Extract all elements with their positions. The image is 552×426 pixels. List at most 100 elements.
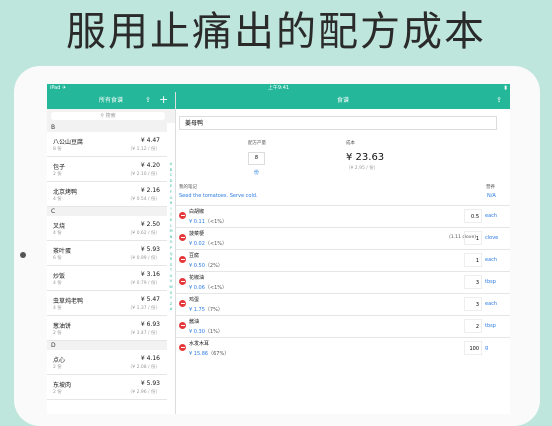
recipe-name: 叉烧 [53, 223, 66, 230]
ingredient-name: 鸡蛋 [189, 297, 200, 303]
recipe-price-per-serving: （¥ 0.99 / 份） [127, 256, 160, 261]
recipe-row[interactable]: 叉烧 4 份 ¥ 2.50 （¥ 0.62 / 份） [47, 216, 167, 241]
servings-field[interactable]: 8 [248, 152, 265, 165]
ingredient-name: 酱油 [189, 319, 200, 325]
ingredient-row: 豆腐 ¥ 0.50（2%） 1 each [176, 249, 510, 271]
cost-label: 成本 [346, 141, 355, 146]
recipe-row[interactable]: 茶叶蛋 6 份 ¥ 5.93 （¥ 0.99 / 份） [47, 241, 167, 266]
ingredient-row: 水发木耳 ¥ 15.86（67%） 100 g [176, 337, 510, 359]
recipe-name: 点心 [53, 357, 66, 364]
recipe-row[interactable]: 葱油饼 2 份 ¥ 6.93 （¥ 3.47 / 份） [47, 316, 167, 341]
unit-link[interactable]: tbsp [485, 323, 496, 329]
index-letter[interactable]: # [168, 307, 174, 313]
ingredient-cost-percent: （2%） [204, 263, 223, 269]
ingredient-cost: ¥ 1.75（7%） [189, 306, 223, 313]
search-input[interactable]: ⚲ 搜索 [51, 112, 165, 120]
nutrition-value[interactable]: N/A [487, 193, 496, 199]
recipe-name: 东坡肉 [53, 382, 72, 389]
unit-link[interactable]: each [485, 257, 497, 263]
section-header: C [47, 207, 167, 216]
recipe-row[interactable]: 东坡肉 2 份 ¥ 5.93 （¥ 2.96 / 份） [47, 375, 167, 400]
home-button [20, 252, 26, 258]
recipe-price: ¥ 6.93 [140, 321, 160, 328]
ingredient-row: 白胡椒 ¥ 0.11（<1%） 0.5 each [176, 205, 510, 227]
recipe-price-per-serving: （¥ 0.62 / 份） [127, 231, 160, 236]
ingredient-cost-percent: （7%） [204, 307, 223, 313]
ingredient-cost-value: ¥ 0.30 [189, 329, 205, 335]
recipe-servings: 4 份 [53, 281, 62, 286]
recipe-price: ¥ 4.20 [140, 162, 160, 169]
share-icon[interactable]: ⇪ [496, 96, 502, 104]
quantity-field[interactable]: 3 [464, 275, 482, 289]
recipe-servings: 4 份 [53, 231, 62, 236]
unit-link[interactable]: each [485, 301, 497, 307]
status-time: 上午9:41 [267, 85, 290, 91]
detail-nav-bar: 食谱 ⇪ [176, 92, 510, 109]
recipe-servings: 4 份 [53, 197, 62, 202]
recipe-row[interactable]: 炒饭 4 份 ¥ 3.16 （¥ 0.79 / 份） [47, 266, 167, 291]
servings-unit-link[interactable]: 份 [254, 169, 259, 176]
recipe-price: ¥ 5.93 [140, 246, 160, 253]
ingredient-row: 花椒油 ¥ 0.06（<1%） 3 tbsp [176, 271, 510, 293]
ingredient-cost-value: ¥ 1.75 [189, 307, 205, 313]
notes-text[interactable]: Seed the tomatoes. Serve cold. [179, 193, 258, 199]
quantity-field[interactable]: 2 [464, 319, 482, 333]
recipe-row[interactable]: 包子 2 份 ¥ 4.20 （¥ 2.10 / 份） [47, 157, 167, 182]
ingredient-name: 菠菜梗 [189, 231, 205, 237]
recipe-name: 炒饭 [53, 273, 66, 280]
promo-headline: 服用止痛出的配方成本 [66, 9, 486, 55]
delete-icon[interactable] [179, 278, 186, 285]
recipe-name: 包子 [53, 164, 66, 171]
ingredient-row: 菠菜梗 ¥ 0.02（<1%） (1.11 clove) 1 clove [176, 227, 510, 249]
ingredient-cost-value: ¥ 15.86 [189, 351, 209, 357]
delete-icon[interactable] [179, 344, 186, 351]
ingredient-cost-value: ¥ 0.11 [189, 219, 205, 225]
unit-link[interactable]: tbsp [485, 279, 496, 285]
unit-link[interactable]: each [485, 213, 497, 219]
list-nav-bar: 所有食谱 ⇪ + [47, 92, 175, 109]
delete-icon[interactable] [179, 300, 186, 307]
recipe-detail-pane: 食谱 ⇪ 姜母鸭 配方产量 8 份 成本 ¥ 23.63 （¥ 2.95 / 份… [176, 92, 510, 414]
ingredient-name: 白胡椒 [189, 209, 205, 215]
ingredient-cost: ¥ 0.02（<1%） [189, 240, 227, 247]
section-index[interactable]: A B C D E F G H I J K L M N O P Q R S T U V W X Y Z # [168, 162, 174, 313]
quantity-field[interactable]: 1 [464, 231, 482, 245]
recipe-servings: 2 份 [53, 390, 62, 395]
recipe-price: ¥ 5.47 [140, 296, 160, 303]
recipe-name: 北京烤鸭 [53, 189, 78, 196]
ingredient-name: 花椒油 [189, 275, 205, 281]
quantity-field[interactable]: 1 [464, 253, 482, 267]
share-icon[interactable]: ⇪ [145, 96, 152, 104]
recipe-servings: 2 份 [53, 172, 62, 177]
unit-link[interactable]: g [485, 345, 488, 351]
recipe-price: ¥ 5.93 [140, 380, 160, 387]
nutrition-label: 营养 [486, 185, 495, 190]
ingredient-cost-percent: （1%） [204, 329, 223, 335]
add-recipe-button[interactable]: + [159, 93, 168, 107]
section-header: D [47, 341, 167, 350]
delete-icon[interactable] [179, 256, 186, 263]
unit-link[interactable]: clove [485, 235, 498, 241]
recipe-row[interactable]: 八公山豆腐 8 份 ¥ 4.47 （¥ 1.12 / 份） [47, 132, 167, 157]
list-title: 所有食谱 [98, 97, 123, 104]
recipe-row[interactable]: 点心 2 份 ¥ 4.16 （¥ 2.08 / 份） [47, 350, 167, 375]
delete-icon[interactable] [179, 212, 186, 219]
recipe-name-field[interactable]: 姜母鸭 [179, 116, 497, 130]
notes-label: 我的笔记 [179, 185, 197, 190]
delete-icon[interactable] [179, 322, 186, 329]
recipe-name: 八公山豆腐 [53, 139, 84, 146]
quantity-field[interactable]: 3 [464, 297, 482, 311]
recipe-servings: 2 份 [53, 331, 62, 336]
search-bar: ⚲ 搜索 [47, 109, 175, 123]
recipe-price: ¥ 2.16 [140, 187, 160, 194]
delete-icon[interactable] [179, 234, 186, 241]
ingredient-cost: ¥ 0.06（<1%） [189, 284, 227, 291]
recipe-price-per-serving: （¥ 1.37 / 份） [127, 306, 160, 311]
recipe-row[interactable]: 虫草炖老鸭 4 份 ¥ 5.47 （¥ 1.37 / 份） [47, 291, 167, 316]
quantity-field[interactable]: 0.5 [464, 209, 482, 223]
recipe-name: 虫草炖老鸭 [53, 298, 84, 305]
recipe-row[interactable]: 北京烤鸭 4 份 ¥ 2.16 （¥ 0.54 / 份） [47, 182, 167, 207]
recipe-price-per-serving: （¥ 2.08 / 份） [127, 365, 160, 370]
quantity-field[interactable]: 100 [464, 341, 482, 355]
recipe-price: ¥ 2.50 [140, 221, 160, 228]
